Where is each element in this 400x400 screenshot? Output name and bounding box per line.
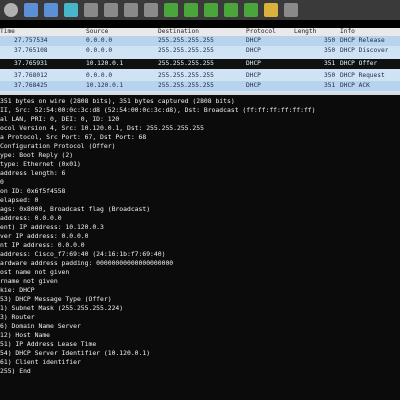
back-icon[interactable] (164, 3, 178, 17)
packet-length: 350 (324, 72, 336, 79)
gear-icon[interactable] (4, 3, 18, 17)
up-icon[interactable] (224, 3, 238, 17)
packet-list-header: Time Source Destination Protocol Length … (0, 28, 400, 36)
detail-line[interactable]: ype: Boot Reply (2) (0, 151, 73, 159)
forward-icon[interactable] (184, 3, 198, 17)
packet-info: DHCP Request (340, 72, 385, 79)
detail-line[interactable]: a Protocol, Src Port: 67, Dst Port: 68 (0, 133, 146, 141)
packet-row[interactable]: 37.768012 0.0.0.0 255.255.255.255 DHCP 3… (0, 71, 400, 81)
packet-source: 10.120.0.1 (86, 82, 124, 89)
detail-line[interactable]: ent) IP address: 10.120.0.3 (0, 223, 104, 231)
down-icon[interactable] (244, 3, 258, 17)
packet-source: 0.0.0.0 (86, 37, 113, 44)
packet-protocol: DHCP (246, 47, 261, 54)
col-header-source[interactable]: Source (86, 28, 156, 36)
packet-info: DHCP ACK (340, 82, 370, 89)
search-icon[interactable] (144, 3, 158, 17)
detail-line[interactable]: 6) Domain Name Server (0, 322, 81, 330)
detail-line[interactable]: 12) Host Name (0, 331, 50, 339)
detail-line[interactable]: type: Ethernet (0x01) (0, 160, 81, 168)
packet-source: 10.120.0.1 (86, 60, 124, 67)
col-header-protocol[interactable]: Protocol (246, 28, 292, 36)
packet-row[interactable]: 27.757534 0.0.0.0 255.255.255.255 DHCP 3… (0, 36, 400, 46)
packet-list: Time Source Destination Protocol Length … (0, 28, 400, 93)
packet-protocol: DHCP (246, 72, 261, 79)
detail-line[interactable]: ags: 0x8000, Broadcast flag (Broadcast) (0, 205, 150, 213)
close-icon[interactable] (104, 3, 118, 17)
detail-line[interactable]: address length: 6 (0, 169, 65, 177)
window-icon[interactable] (64, 3, 78, 17)
detail-line[interactable]: 51) IP Address Lease Time (0, 340, 96, 348)
window-icon[interactable] (24, 3, 38, 17)
packet-protocol: DHCP (246, 82, 261, 89)
packet-info: DHCP Offer (340, 60, 378, 67)
col-header-info[interactable]: Info (340, 28, 400, 36)
packet-length: 351 (324, 82, 336, 89)
detail-line[interactable]: address: 0.0.0.0 (0, 214, 62, 222)
packet-source: 0.0.0.0 (86, 72, 113, 79)
packet-length: 350 (324, 37, 336, 44)
detail-line[interactable]: 1) Subnet Mask (255.255.255.224) (0, 304, 123, 312)
detail-line[interactable]: al LAN, PRI: 0, DEI: 0, ID: 120 (0, 115, 119, 123)
packet-row[interactable]: 37.768425 10.120.0.1 255.255.255.255 DHC… (0, 81, 400, 91)
detail-line[interactable]: elapsed: 0 (0, 196, 38, 204)
detail-line[interactable]: 54) DHCP Server Identifier (10.120.0.1) (0, 349, 150, 357)
detail-line[interactable]: 255) End (0, 367, 31, 375)
detail-line[interactable]: II, Src: 52:54:00:0c:3c:d8 (52:54:00:0c:… (0, 106, 316, 114)
detail-line[interactable]: address: Cisco_f7:69:40 (24:16:1b:f7:69:… (0, 250, 165, 258)
packet-source: 0.0.0.0 (86, 47, 113, 54)
packet-info: DHCP Discover (340, 47, 389, 54)
detail-line[interactable]: ocol Version 4, Src: 10.120.0.1, Dst: 25… (0, 124, 204, 132)
packet-length: 350 (324, 47, 336, 54)
packet-protocol: DHCP (246, 60, 261, 67)
packet-time: 37.765108 (14, 47, 48, 54)
col-header-length[interactable]: Length (294, 28, 338, 36)
packet-details-pane: 351 bytes on wire (2808 bits), 351 bytes… (0, 95, 400, 400)
detail-line[interactable]: ver IP address: 0.0.0.0 (0, 232, 89, 240)
colorize-icon[interactable] (264, 3, 278, 17)
col-header-destination[interactable]: Destination (158, 28, 242, 36)
detail-line[interactable]: ost name not given (0, 268, 69, 276)
packet-time: 37.768425 (14, 82, 48, 89)
detail-line[interactable]: on ID: 0x6f5f4558 (0, 187, 65, 195)
detail-line[interactable]: rname not given (0, 277, 58, 285)
packet-info: DHCP Release (340, 37, 385, 44)
jump-icon[interactable] (204, 3, 218, 17)
packet-protocol: DHCP (246, 37, 261, 44)
detail-line[interactable]: 61) Client identifier (0, 358, 81, 366)
packet-destination: 255.255.255.255 (158, 47, 214, 54)
reload-icon[interactable] (124, 3, 138, 17)
packet-destination: 255.255.255.255 (158, 37, 214, 44)
detail-line[interactable]: ardware address padding: 000000000000000… (0, 259, 173, 267)
detail-line[interactable]: 3) Router (0, 313, 35, 321)
packet-time: 37.765931 (14, 60, 48, 67)
packet-time: 37.768012 (14, 72, 48, 79)
packet-destination: 255.255.255.255 (158, 72, 214, 79)
detail-line[interactable]: Configuration Protocol (Offer) (0, 142, 115, 150)
detail-line[interactable]: kie: DHCP (0, 286, 35, 294)
window-icon[interactable] (44, 3, 58, 17)
packet-time: 27.757534 (14, 37, 48, 44)
autoscroll-icon[interactable] (284, 3, 298, 17)
detail-line[interactable]: nt IP address: 0.0.0.0 (0, 241, 85, 249)
col-header-time[interactable]: Time (0, 28, 80, 36)
packet-row[interactable]: 37.765108 0.0.0.0 255.255.255.255 DHCP 3… (0, 46, 400, 56)
main-toolbar (0, 0, 400, 20)
detail-line[interactable]: 351 bytes on wire (2808 bits), 351 bytes… (0, 97, 235, 105)
packet-row-selected[interactable]: 37.765931 10.120.0.1 255.255.255.255 DHC… (0, 59, 400, 69)
packet-destination: 255.255.255.255 (158, 60, 214, 67)
detail-line[interactable]: 0 (0, 178, 4, 186)
packet-length: 351 (324, 60, 336, 67)
packet-destination: 255.255.255.255 (158, 82, 214, 89)
detail-line[interactable]: 53) DHCP Message Type (Offer) (0, 295, 112, 303)
window-icon[interactable] (84, 3, 98, 17)
